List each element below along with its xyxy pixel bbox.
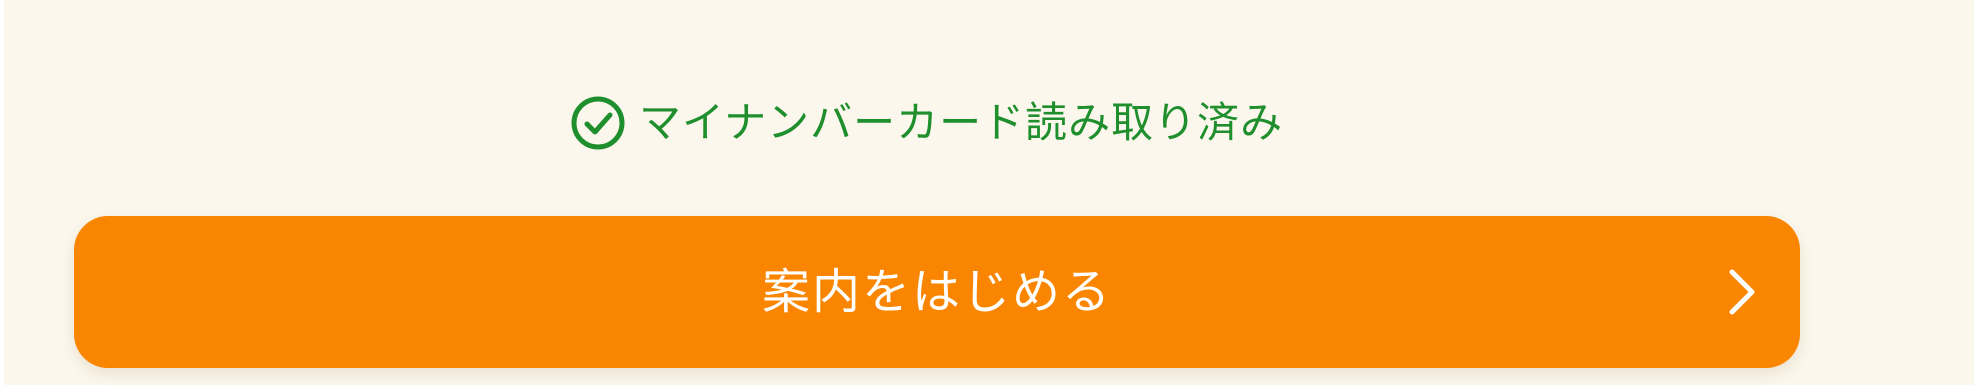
chevron-right-icon [1729,269,1755,315]
card-read-status: マイナンバーカード読み取り済み [569,94,1283,152]
content-panel: マイナンバーカード読み取り済み 案内をはじめる [4,0,1974,385]
check-circle-icon [571,96,625,150]
start-guide-button-label: 案内をはじめる [761,264,1112,320]
start-guide-button[interactable]: 案内をはじめる [74,216,1800,368]
card-read-status-text: マイナンバーカード読み取り済み [639,98,1284,147]
page: マイナンバーカード読み取り済み 案内をはじめる [0,0,1980,390]
